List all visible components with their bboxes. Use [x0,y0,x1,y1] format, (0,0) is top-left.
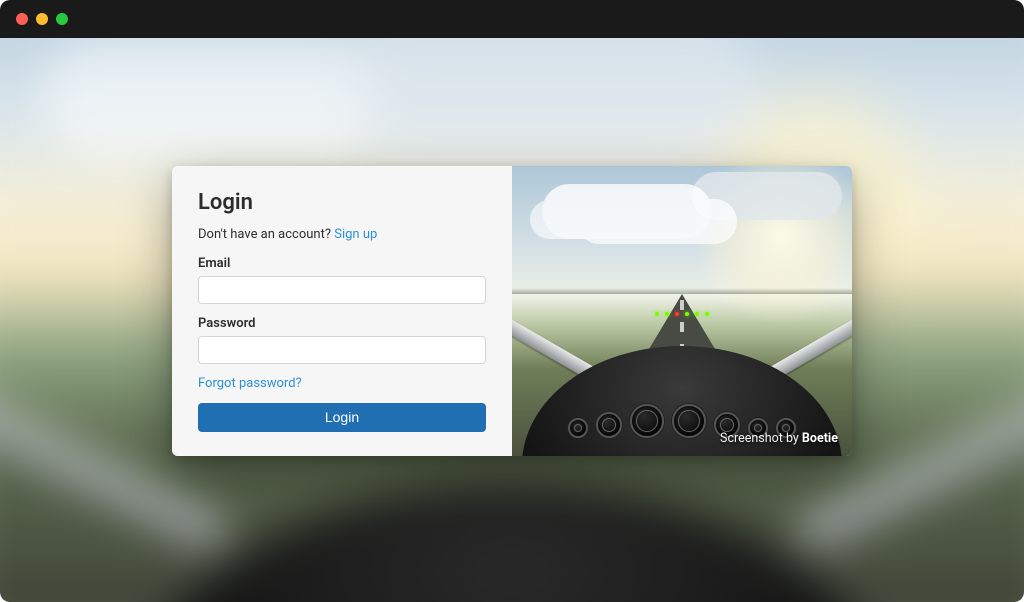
credit-prefix: Screenshot by [720,431,802,446]
login-button[interactable]: Login [198,403,486,432]
window-close-button[interactable] [16,13,28,25]
forgot-password-link[interactable]: Forgot password? [198,376,486,391]
email-label: Email [198,256,486,271]
window-minimize-button[interactable] [36,13,48,25]
signup-prompt: Don't have an account? Sign up [198,227,486,242]
window-fullscreen-button[interactable] [56,13,68,25]
window-titlebar [0,0,1024,38]
password-input[interactable] [198,336,486,364]
window-controls [16,13,68,25]
signup-prompt-text: Don't have an account? [198,227,334,242]
app-window: Login Don't have an account? Sign up Ema… [0,0,1024,602]
signup-link[interactable]: Sign up [334,227,377,242]
login-form-panel: Login Don't have an account? Sign up Ema… [172,166,512,456]
page-viewport: Login Don't have an account? Sign up Ema… [0,38,1024,602]
password-label: Password [198,316,486,331]
login-card: Login Don't have an account? Sign up Ema… [172,166,852,456]
login-title: Login [198,190,486,215]
email-input[interactable] [198,276,486,304]
screenshot-credit: Screenshot by Boetie [720,431,838,446]
credit-name: Boetie [802,431,838,446]
card-image-panel: Screenshot by Boetie [512,166,852,456]
